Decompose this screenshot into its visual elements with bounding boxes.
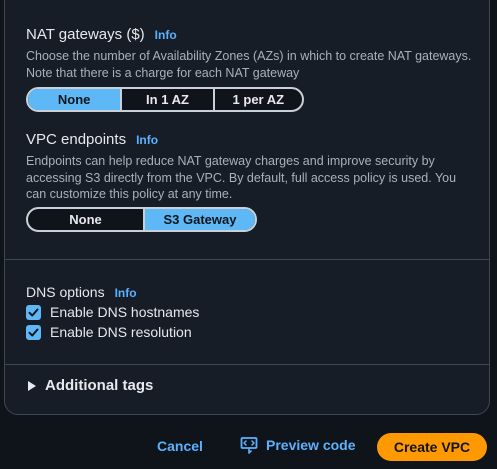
additional-tags-expander[interactable]: Additional tags	[28, 377, 153, 394]
dns-options-heading: DNS options Info	[26, 284, 137, 300]
caret-right-icon	[28, 380, 36, 391]
vpc-endpoints-segmented-control: None S3 Gateway	[26, 207, 257, 232]
nat-gateways-segmented-control: None In 1 AZ 1 per AZ	[26, 87, 304, 112]
nat-option-1-per-az[interactable]: 1 per AZ	[212, 89, 302, 110]
nat-gateways-heading: NAT gateways ($) Info	[26, 26, 177, 43]
dns-resolution-row: Enable DNS resolution	[26, 324, 192, 340]
dns-resolution-label: Enable DNS resolution	[50, 324, 192, 340]
vpc-endpoints-heading: VPC endpoints Info	[26, 131, 158, 148]
dns-hostnames-row: Enable DNS hostnames	[26, 304, 199, 320]
section-divider	[5, 364, 489, 365]
code-preview-icon	[240, 437, 258, 454]
dns-options-title: DNS options	[26, 284, 105, 300]
dns-options-info-link[interactable]: Info	[115, 286, 137, 300]
preview-code-button[interactable]: Preview code	[240, 436, 356, 454]
nat-option-none[interactable]: None	[28, 89, 121, 110]
dns-hostnames-checkbox[interactable]	[26, 304, 41, 320]
checkmark-icon	[28, 308, 39, 316]
checkmark-icon	[28, 328, 39, 336]
dns-hostnames-label: Enable DNS hostnames	[50, 304, 200, 320]
nat-option-in-1-az[interactable]: In 1 AZ	[120, 89, 212, 110]
cancel-button[interactable]: Cancel	[157, 438, 203, 454]
nat-gateways-title: NAT gateways ($)	[26, 26, 145, 43]
vpc-endpoints-description: Endpoints can help reduce NAT gateway ch…	[26, 154, 457, 201]
additional-tags-label: Additional tags	[45, 377, 154, 394]
vpc-settings-page: NAT gateways ($) Info Choose the number o…	[0, 0, 497, 469]
dns-resolution-checkbox[interactable]	[26, 324, 41, 340]
nat-gateways-description: Choose the number of Availability Zones …	[26, 49, 472, 80]
endpoint-option-s3-gateway[interactable]: S3 Gateway	[143, 209, 255, 230]
nat-gateways-info-link[interactable]: Info	[155, 28, 177, 42]
section-divider	[5, 259, 489, 260]
preview-code-label: Preview code	[266, 437, 356, 453]
vpc-endpoints-info-link[interactable]: Info	[136, 133, 158, 147]
vpc-endpoints-title: VPC endpoints	[26, 131, 127, 148]
endpoint-option-none[interactable]: None	[28, 209, 143, 230]
create-vpc-button[interactable]: Create VPC	[377, 433, 487, 461]
